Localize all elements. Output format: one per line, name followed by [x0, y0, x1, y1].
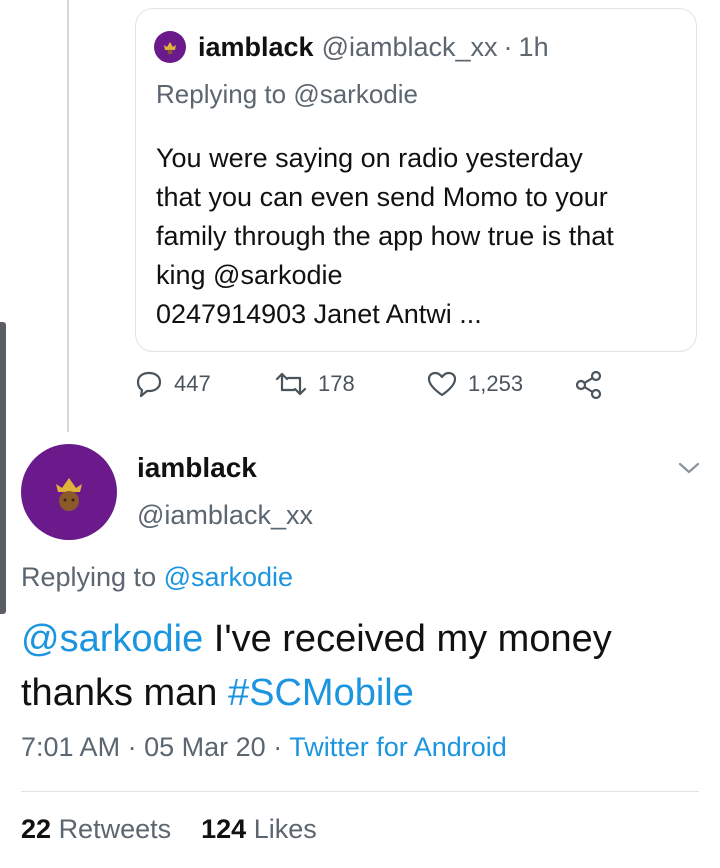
quoted-tweet-card[interactable]: iamblack @iamblack_xx · 1h Replying to @…	[135, 8, 697, 352]
replying-prefix: Replying to	[21, 562, 157, 592]
crown-avatar-icon	[56, 478, 82, 511]
author-display-name[interactable]: iamblack	[137, 452, 257, 484]
heart-icon	[427, 371, 457, 397]
retweets-stat[interactable]: 22 Retweets	[21, 814, 171, 844]
likes-count: 124	[201, 814, 247, 844]
quoted-tweet-line: king @sarkodie	[156, 260, 343, 290]
like-button[interactable]: 1,253	[426, 370, 523, 398]
quoted-tweet-avatar[interactable]	[154, 31, 186, 63]
crown-icon	[164, 42, 176, 55]
main-tweet-line: thanks man #SCMobile	[21, 666, 711, 720]
quoted-tweet-line: You were saying on radio yesterday	[156, 143, 583, 173]
like-count: 1,253	[468, 371, 524, 396]
author-handle[interactable]: @iamblack_xx	[137, 500, 313, 531]
tweet-detail-view: iamblack @iamblack_xx · 1h Replying to @…	[0, 0, 720, 868]
reply-icon	[136, 371, 162, 398]
tweet-date: 05 Mar 20	[144, 732, 266, 762]
quoted-tweet-line: that you can even send Momo to your	[156, 182, 608, 212]
quoted-tweet-line: 0247914903 Janet Antwi ...	[156, 299, 482, 329]
meta-separator: ·	[273, 732, 283, 762]
likes-stat[interactable]: 124 Likes	[201, 814, 317, 844]
tweet-stats: 22 Retweets 124 Likes	[21, 814, 317, 845]
tweet-metadata: 7:01 AM · 05 Mar 20 · Twitter for Androi…	[21, 732, 507, 763]
hashtag-link[interactable]: #SCMobile	[228, 672, 414, 714]
tweet-text-fragment: thanks man	[21, 672, 228, 714]
retweet-icon	[275, 372, 307, 396]
replying-prefix: Replying to	[156, 79, 287, 109]
quoted-tweet-display-name[interactable]: iamblack	[198, 32, 314, 63]
share-button[interactable]	[574, 370, 614, 400]
meta-separator: ·	[127, 732, 137, 762]
main-tweet-text: @sarkodie I've received my money thanks …	[21, 612, 711, 720]
quoted-tweet-time: 1h	[518, 31, 549, 62]
tweet-action-bar: 447 178 1,253	[134, 370, 634, 406]
likes-label: Likes	[253, 814, 317, 844]
tweet-source-link[interactable]: Twitter for Android	[289, 732, 507, 762]
quoted-tweet-text: You were saying on radio yesterday that …	[156, 139, 686, 334]
divider	[21, 791, 699, 792]
replying-mention[interactable]: @sarkodie	[164, 562, 293, 592]
quoted-tweet-line: family through the app how true is that	[156, 221, 614, 251]
author-avatar[interactable]	[21, 444, 117, 540]
chevron-down-icon[interactable]	[676, 458, 702, 478]
scrollbar[interactable]	[0, 322, 6, 614]
retweet-count: 178	[318, 371, 355, 396]
retweet-button[interactable]: 178	[274, 370, 355, 398]
quoted-tweet-header: iamblack @iamblack_xx · 1h	[154, 31, 549, 63]
tweet-text-fragment: I've received my money	[203, 618, 612, 660]
reply-button[interactable]: 447	[134, 370, 211, 398]
retweets-label: Retweets	[58, 814, 172, 844]
mention-link[interactable]: @sarkodie	[21, 618, 203, 660]
replying-mention[interactable]: @sarkodie	[293, 79, 418, 109]
thread-connector-line	[67, 0, 69, 432]
reply-count: 447	[174, 371, 211, 396]
quoted-tweet-handle[interactable]: @iamblack_xx	[322, 32, 498, 63]
main-tweet-line: @sarkodie I've received my money	[21, 612, 711, 666]
quoted-tweet-replying-to: Replying to @sarkodie	[156, 79, 418, 110]
share-icon	[575, 370, 602, 400]
main-tweet-replying-to: Replying to @sarkodie	[21, 562, 293, 593]
tweet-time: 7:01 AM	[21, 732, 121, 762]
retweets-count: 22	[21, 814, 52, 844]
quoted-tweet-separator: ·	[503, 31, 513, 62]
